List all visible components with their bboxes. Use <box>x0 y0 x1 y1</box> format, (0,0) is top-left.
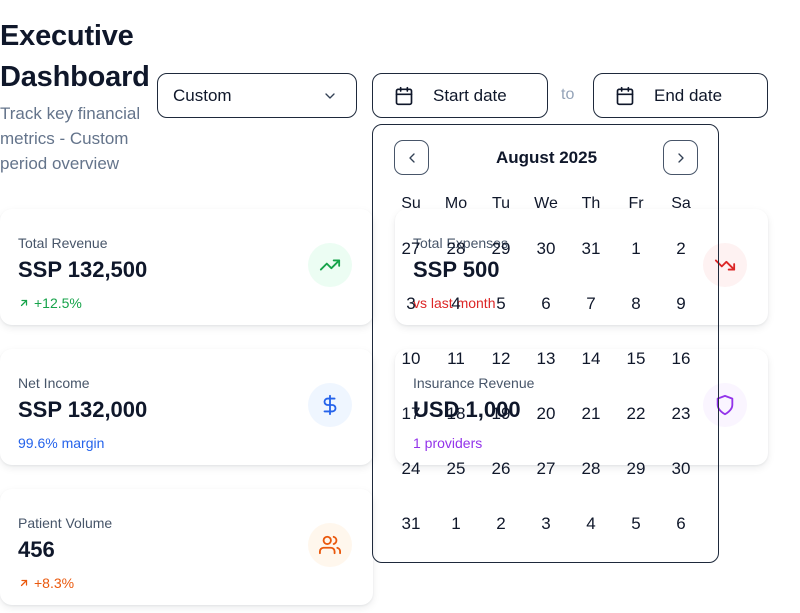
card-label: Net Income <box>18 375 90 391</box>
calendar-day[interactable]: 5 <box>616 514 656 534</box>
calendar-day[interactable]: 15 <box>616 349 656 369</box>
calendar-day[interactable]: 18 <box>436 404 476 424</box>
calendar-day[interactable]: 26 <box>481 459 521 479</box>
calendar-day[interactable]: 4 <box>571 514 611 534</box>
calendar-day[interactable]: 6 <box>661 514 701 534</box>
calendar-day[interactable]: 9 <box>661 294 701 314</box>
card-trend: +8.3% <box>18 575 74 591</box>
start-date-label: Start date <box>433 86 507 105</box>
trending-up-icon <box>308 243 352 287</box>
arrow-up-right-icon <box>20 579 28 587</box>
calendar-icon <box>395 86 413 106</box>
calendar-day[interactable]: 16 <box>661 349 701 369</box>
calendar-day[interactable]: 31 <box>571 239 611 259</box>
calendar-day[interactable]: 27 <box>526 459 566 479</box>
calendar-day[interactable]: 7 <box>571 294 611 314</box>
calendar-day[interactable]: 14 <box>571 349 611 369</box>
chevron-down-icon <box>325 93 335 99</box>
chevron-right-icon <box>677 152 684 163</box>
weekday-header: Th <box>581 195 601 212</box>
calendar-day[interactable]: 21 <box>571 404 611 424</box>
calendar-day[interactable]: 23 <box>661 404 701 424</box>
period-select[interactable]: Custom <box>157 73 357 118</box>
calendar-day[interactable]: 31 <box>391 514 431 534</box>
card-label: Total Revenue <box>18 235 108 251</box>
calendar-day[interactable]: 30 <box>526 239 566 259</box>
calendar-day[interactable]: 13 <box>526 349 566 369</box>
calendar-day[interactable]: 3 <box>391 294 431 314</box>
dollar-icon <box>308 383 352 427</box>
calendar-day[interactable]: 28 <box>436 239 476 259</box>
next-month-button[interactable] <box>663 140 698 175</box>
calendar-day[interactable]: 17 <box>391 404 431 424</box>
card-value: SSP 132,000 <box>18 397 148 422</box>
calendar-day[interactable]: 6 <box>526 294 566 314</box>
calendar-day[interactable]: 27 <box>391 239 431 259</box>
end-date-label: End date <box>654 86 723 105</box>
card-margin: 99.6% margin <box>18 435 105 451</box>
calendar-day[interactable]: 19 <box>481 404 521 424</box>
calendar-day[interactable]: 10 <box>391 349 431 369</box>
weekday-header: Su <box>401 195 421 212</box>
period-select-value: Custom <box>173 85 232 105</box>
calendar-day[interactable]: 4 <box>436 294 476 314</box>
calendar-day[interactable]: 2 <box>481 514 521 534</box>
calendar-day[interactable]: 25 <box>436 459 476 479</box>
patient-volume-card: Patient Volume 456 +8.3% <box>0 489 373 605</box>
start-date-button[interactable]: Start date <box>372 73 548 118</box>
calendar-day[interactable]: 2 <box>661 239 701 259</box>
total-revenue-card: Total Revenue SSP 132,500 +12.5% <box>0 209 373 325</box>
calendar-day[interactable]: 8 <box>616 294 656 314</box>
calendar-icon <box>616 86 634 106</box>
calendar-day[interactable]: 1 <box>436 514 476 534</box>
calendar-day[interactable]: 5 <box>481 294 521 314</box>
card-value: 456 <box>18 537 55 562</box>
weekday-header: Mo <box>444 195 468 212</box>
calendar-day[interactable]: 29 <box>616 459 656 479</box>
calendar-day[interactable]: 29 <box>481 239 521 259</box>
card-trend: +12.5% <box>18 295 82 311</box>
weekday-header: Fr <box>628 195 644 212</box>
arrow-up-right-icon <box>20 299 28 307</box>
weekday-header: We <box>534 195 558 212</box>
calendar-day[interactable]: 20 <box>526 404 566 424</box>
page-subtitle: Track key financial metrics - Custom per… <box>0 104 141 173</box>
net-income-card: Net Income SSP 132,000 99.6% margin <box>0 349 373 465</box>
calendar-day[interactable]: 30 <box>661 459 701 479</box>
page-title: Executive Dashboard <box>0 20 150 93</box>
weekday-header: Tu <box>491 195 511 212</box>
users-icon <box>308 523 352 567</box>
calendar-day[interactable]: 28 <box>571 459 611 479</box>
card-value: SSP 132,500 <box>18 257 148 282</box>
date-range-separator: to <box>561 86 575 103</box>
card-label: Patient Volume <box>18 515 113 531</box>
date-picker-calendar: August 2025 Su Mo Tu We Th Fr Sa 27 28 29 30 31 1 2 3 4… <box>372 124 719 563</box>
calendar-day[interactable]: 24 <box>391 459 431 479</box>
calendar-day[interactable]: 22 <box>616 404 656 424</box>
calendar-day[interactable]: 11 <box>436 349 476 369</box>
weekday-header: Sa <box>671 195 691 212</box>
calendar-day[interactable]: 1 <box>616 239 656 259</box>
calendar-day[interactable]: 12 <box>481 349 521 369</box>
calendar-day[interactable]: 3 <box>526 514 566 534</box>
end-date-button[interactable]: End date <box>593 73 768 118</box>
